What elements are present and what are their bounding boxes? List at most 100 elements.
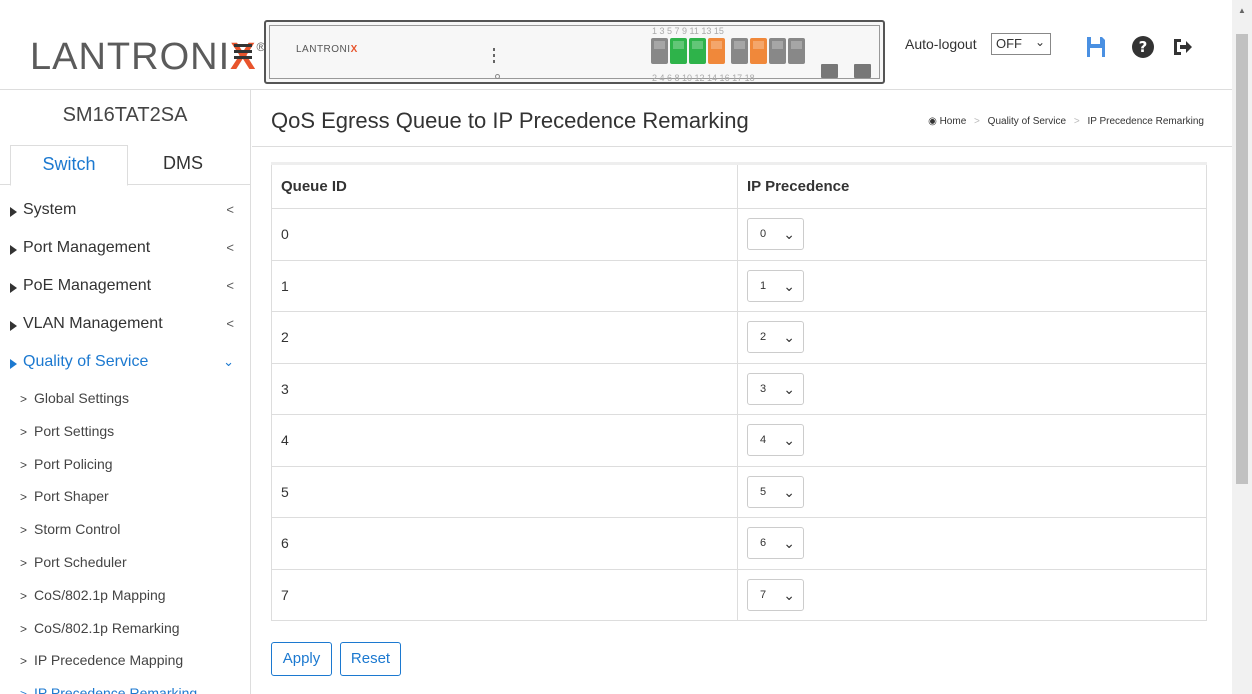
port-11[interactable] — [750, 38, 767, 64]
hamburger-menu-icon[interactable] — [234, 44, 252, 60]
port-7[interactable] — [708, 38, 725, 64]
submenu-label: IP Precedence Remarking — [34, 685, 198, 694]
precedence-cell: 5 ⌄ — [737, 465, 1207, 518]
tab-switch[interactable]: Switch — [10, 145, 128, 186]
sfp-port-18[interactable] — [854, 64, 871, 78]
queue-id-cell: 2 — [271, 311, 738, 364]
submenu-label: Port Settings — [34, 422, 115, 439]
port-1[interactable] — [651, 38, 668, 64]
select-value: 2 — [760, 331, 767, 344]
ip-precedence-select[interactable]: 7 ⌄ — [747, 578, 804, 611]
sidebar-item-label: PoE Management — [23, 277, 152, 294]
port-13[interactable] — [769, 38, 786, 64]
table-row: 3 3 ⌄ — [271, 362, 1207, 415]
submenu-port-settings[interactable]: > Port Settings — [0, 416, 250, 449]
breadcrumb-home[interactable]: Home — [940, 116, 967, 127]
submenu-label: Port Shaper — [34, 488, 109, 505]
submenu-ip-precedence-remarking[interactable]: >IP Precedence Remarking — [0, 678, 250, 694]
precedence-cell: 3 ⌄ — [737, 362, 1207, 415]
ip-precedence-select[interactable]: 2 ⌄ — [747, 321, 804, 354]
breadcrumb-separator: > — [974, 116, 980, 127]
port-numbers-top: 1 3 5 7 9 11 13 15 — [652, 26, 724, 36]
port-5[interactable] — [689, 38, 706, 64]
precedence-cell: 4 ⌄ — [737, 414, 1207, 467]
logo-text: LANTRONI — [30, 36, 231, 78]
main-content: QoS Egress Queue to IP Precedence Remark… — [252, 90, 1232, 694]
reset-button[interactable]: Reset — [340, 642, 401, 676]
table-row: 0 0 ⌄ — [271, 208, 1207, 261]
page-scrollbar[interactable]: ▲ — [1232, 0, 1252, 694]
ip-precedence-select[interactable]: 6 ⌄ — [747, 527, 804, 560]
sidebar-item-quality-of-service[interactable]: Quality of Service ⌄ — [0, 345, 250, 383]
title-divider — [252, 146, 1232, 147]
submenu-label: Port Scheduler — [34, 553, 127, 570]
ip-precedence-select[interactable]: 4 ⌄ — [747, 424, 804, 457]
select-value: 5 — [760, 485, 767, 498]
sidebar-item-port-management[interactable]: Port Management < — [0, 231, 250, 269]
sidebar-item-system[interactable]: System < — [0, 193, 250, 231]
auto-logout-label: Auto-logout — [905, 36, 977, 52]
ip-precedence-select[interactable]: 1 ⌄ — [747, 269, 804, 302]
caret-right-icon — [10, 207, 17, 217]
chevron-down-icon: ⌄ — [783, 586, 795, 603]
sidebar-item-poe-management[interactable]: PoE Management < — [0, 269, 250, 307]
logout-icon[interactable] — [1170, 35, 1194, 59]
auto-logout-select[interactable]: OFF ⌄ — [991, 33, 1051, 55]
scroll-up-icon[interactable]: ▲ — [1238, 6, 1246, 15]
table-row: 2 2 ⌄ — [271, 311, 1207, 364]
submenu-global-settings[interactable]: > Global Settings — [0, 383, 250, 416]
help-icon[interactable]: ? — [1131, 35, 1155, 59]
sidebar-item-vlan-management[interactable]: VLAN Management < — [0, 307, 250, 345]
page-title: QoS Egress Queue to IP Precedence Remark… — [271, 108, 749, 133]
sidebar-tabs: Switch DMS — [0, 145, 250, 186]
submenu-cos-remarking[interactable]: > CoS/802.1p Remarking — [0, 613, 250, 646]
queue-id-cell: 7 — [271, 568, 738, 621]
submenu-port-scheduler[interactable]: > Port Scheduler — [0, 547, 250, 580]
scrollbar-thumb[interactable] — [1236, 34, 1248, 484]
port-15[interactable] — [788, 38, 805, 64]
chevron-right-icon: > — [20, 654, 28, 669]
ip-precedence-select[interactable]: 0 ⌄ — [747, 218, 804, 251]
save-icon[interactable] — [1085, 35, 1109, 59]
submenu-cos-mapping[interactable]: > CoS/802.1p Mapping — [0, 580, 250, 613]
chevron-down-icon: ⌄ — [783, 432, 795, 449]
submenu-label: CoS/802.1p Mapping — [34, 586, 166, 603]
breadcrumb-qos[interactable]: Quality of Service — [988, 116, 1066, 127]
select-value: 6 — [760, 537, 767, 550]
lantronix-logo: LANTRONIX® — [30, 36, 266, 79]
submenu-storm-control[interactable]: > Storm Control — [0, 514, 250, 547]
port-3[interactable] — [670, 38, 687, 64]
column-header-queue-id: Queue ID — [271, 163, 738, 209]
chevron-right-icon: > — [20, 621, 28, 636]
chevron-right-icon: > — [20, 457, 28, 472]
submenu-port-shaper[interactable]: > Port Shaper — [0, 481, 250, 514]
breadcrumb-separator: > — [1073, 116, 1080, 127]
sfp-port-17[interactable] — [821, 64, 838, 78]
chevron-down-icon: ⌄ — [783, 380, 795, 397]
sidebar-item-label: Port Management — [23, 239, 151, 256]
port-9[interactable] — [731, 38, 748, 64]
chevron-down-icon: ⌄ — [783, 277, 795, 294]
tab-dms[interactable]: DMS — [128, 145, 238, 186]
queue-id-cell: 4 — [271, 414, 738, 467]
home-icon: ◉ — [928, 116, 937, 127]
top-header: LANTRONIX® LANTRONIX 1 3 5 7 9 11 13 15 … — [0, 8, 1232, 90]
ip-precedence-select[interactable]: 5 ⌄ — [747, 475, 804, 508]
table-row: 5 5 ⌄ — [271, 465, 1207, 518]
submenu-label: Storm Control — [34, 521, 121, 538]
queue-id-cell: 1 — [271, 259, 738, 312]
table-row: 7 7 ⌄ — [271, 568, 1207, 621]
submenu-ip-precedence-mapping[interactable]: > IP Precedence Mapping — [0, 645, 250, 678]
chevron-down-icon: ⌄ — [783, 535, 795, 552]
submenu-label: CoS/802.1p Remarking — [34, 619, 180, 636]
submenu-port-policing[interactable]: > Port Policing — [0, 449, 250, 482]
breadcrumb-current: IP Precedence Remarking — [1087, 116, 1204, 127]
queue-precedence-table: Queue ID IP Precedence 0 0⌄ 1 1⌄ 2 2⌄ — [271, 162, 1207, 621]
chevron-right-icon: > — [20, 588, 28, 603]
device-name: SM16TAT2SA — [62, 104, 188, 126]
table-row: 4 4 ⌄ — [271, 414, 1207, 467]
sidebar: SM16TAT2SA Switch DMS System < Port Mana… — [0, 90, 251, 694]
ip-precedence-select[interactable]: 3 ⌄ — [747, 372, 804, 405]
apply-button[interactable]: Apply — [271, 642, 332, 676]
chevron-right-icon: > — [20, 490, 28, 505]
